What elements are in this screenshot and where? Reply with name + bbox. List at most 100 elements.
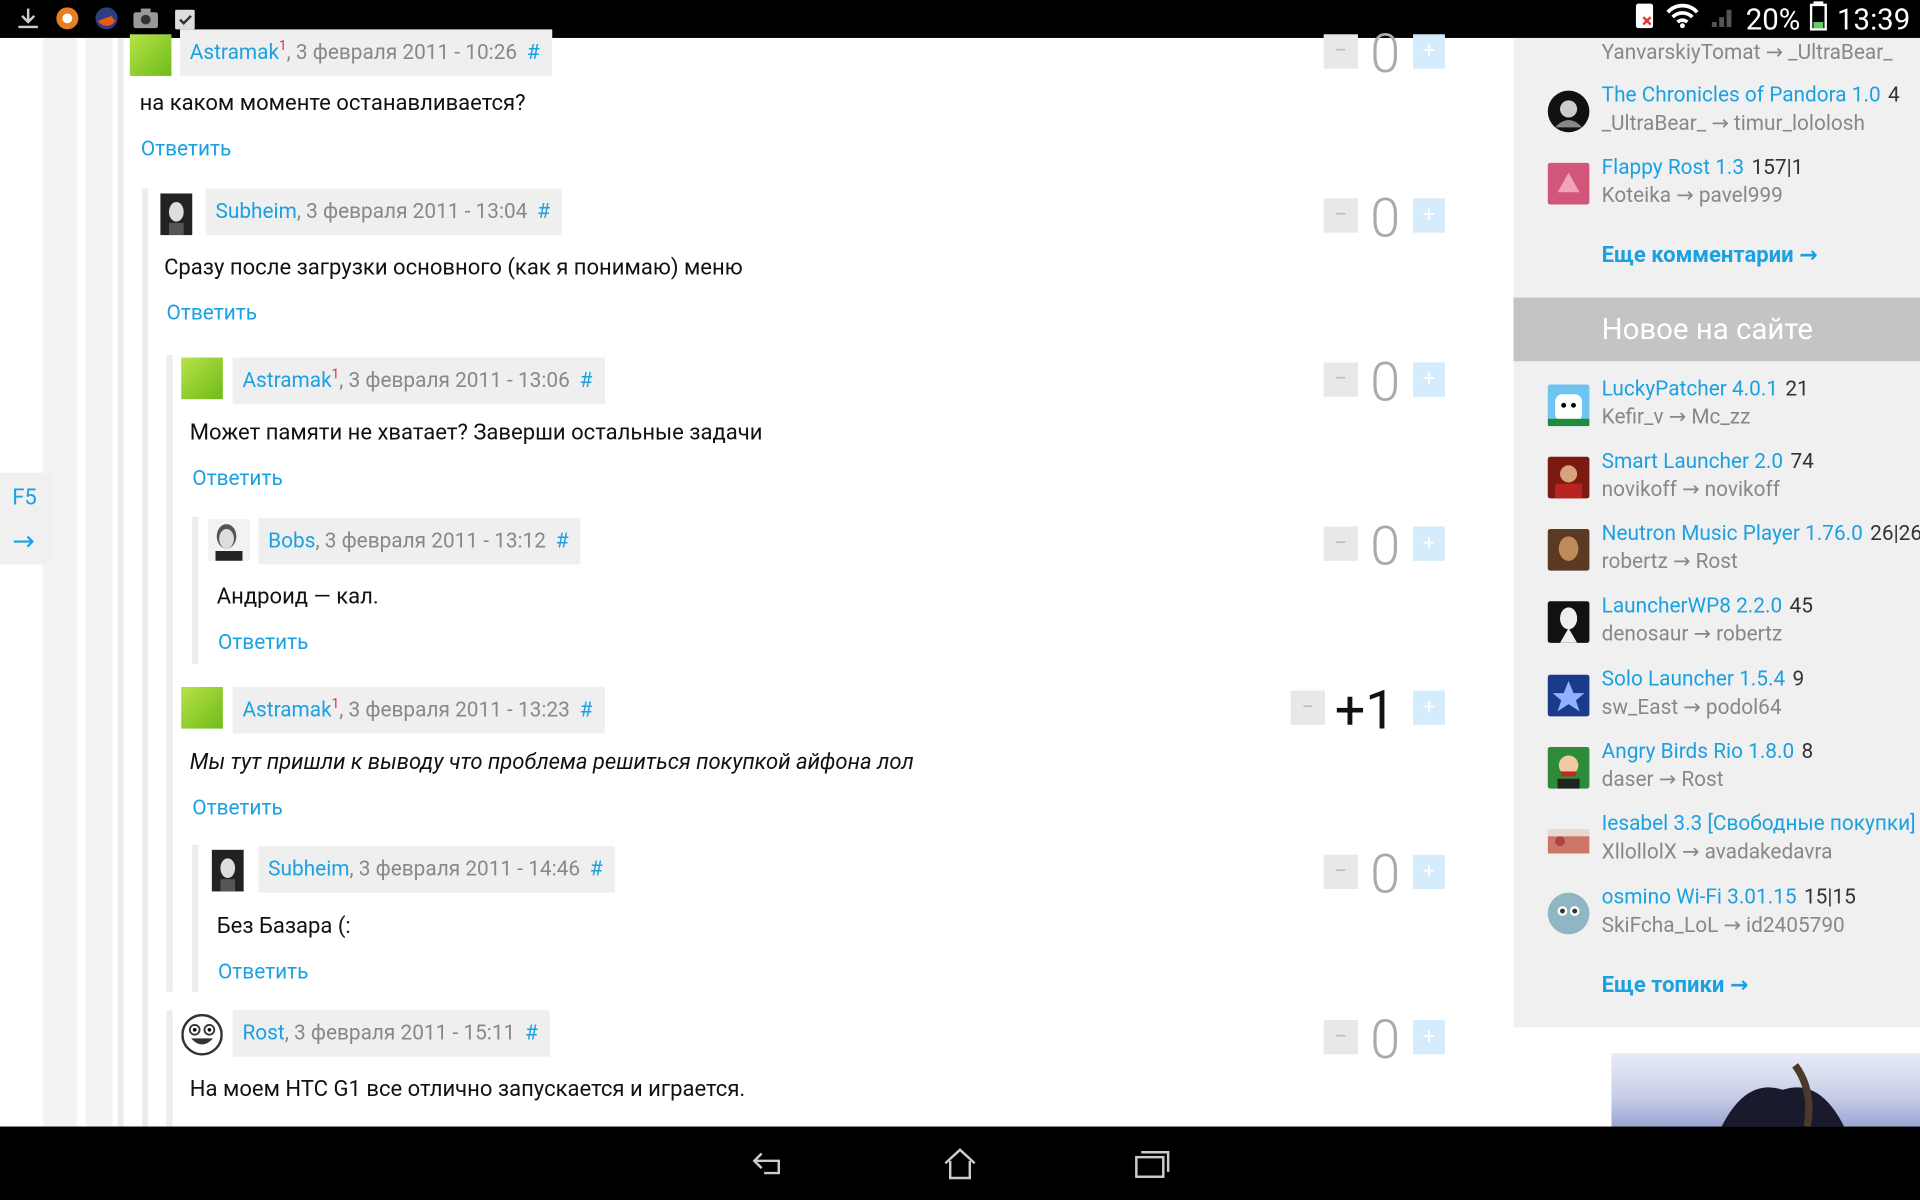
topic-title[interactable]: Iesabel 3.3 [Свободные покупки] (1602, 812, 1916, 836)
vote-widget: − 0 + (1323, 514, 1446, 578)
vote-down-button[interactable]: − (1323, 526, 1358, 561)
topic-count: 157|1 (1751, 155, 1804, 181)
comment-permalink[interactable]: # (580, 369, 593, 393)
comment-text: на каком моменте останавливается? (139, 90, 526, 117)
comment-permalink[interactable]: # (556, 529, 569, 553)
reply-link[interactable]: Ответить (192, 467, 283, 491)
topic-title[interactable]: The Chronicles of Pandora 1.0 (1602, 83, 1881, 107)
vote-down-button[interactable]: − (1323, 362, 1358, 397)
avatar[interactable] (181, 1013, 223, 1056)
topic-users: daser → Rost (1601, 767, 1724, 793)
thread-line (117, 37, 124, 1127)
vote-up-button[interactable]: + (1413, 854, 1445, 889)
avatar[interactable] (211, 849, 244, 892)
vote-down-button[interactable]: − (1323, 198, 1358, 233)
vote-widget: − 0 + (1323, 186, 1446, 250)
topic-count: 9 (1792, 667, 1805, 692)
clock: 13:39 (1837, 1, 1911, 37)
topic-users: Koteika → pavel999 (1601, 183, 1783, 209)
vote-up-button[interactable]: + (1413, 1020, 1445, 1055)
comment-text: Андроид — кал. (216, 584, 379, 610)
more-comments-link[interactable]: Еще комментарии → (1602, 242, 1818, 268)
home-button[interactable] (936, 1144, 985, 1183)
avatar[interactable] (208, 519, 250, 561)
comment-permalink[interactable]: # (590, 857, 603, 881)
topic-title[interactable]: LuckyPatcher 4.0.1 (1602, 377, 1778, 401)
topic-title[interactable]: osmino Wi-Fi 3.01.15 (1602, 885, 1797, 909)
topic-title[interactable]: Neutron Music Player 1.76.0 (1602, 522, 1863, 546)
vote-up-button[interactable]: + (1413, 690, 1445, 725)
topic-title[interactable]: Smart Launcher 2.0 (1602, 449, 1783, 473)
vote-down-button[interactable]: − (1323, 854, 1358, 889)
download-icon (15, 5, 42, 32)
margin-stripe (42, 37, 78, 1127)
recent-apps-button[interactable] (1127, 1144, 1176, 1183)
advertisement-banner[interactable] (1611, 1053, 1920, 1127)
signal-icon (1709, 2, 1736, 36)
thread-line (166, 1010, 173, 1127)
vote-widget: − 0 + (1323, 1008, 1446, 1071)
comment-author[interactable]: Rost (242, 1021, 284, 1045)
reply-link[interactable]: Ответить (192, 796, 283, 820)
comment-author[interactable]: Bobs (268, 529, 315, 553)
comment-text: Сразу после загрузки основного (как я по… (164, 254, 743, 281)
vote-up-button[interactable]: + (1413, 362, 1445, 397)
reply-link[interactable]: Ответить (218, 631, 309, 655)
avatar[interactable] (181, 686, 223, 729)
comment-permalink[interactable]: # (580, 698, 593, 722)
comment-text: Может памяти не хватает? Заверши остальн… (189, 420, 763, 446)
avatar (1547, 90, 1590, 133)
comment-permalink[interactable]: # (537, 200, 550, 224)
topic-title[interactable]: LauncherWP8 2.2.0 (1602, 594, 1782, 618)
topic-count: 21 (1785, 377, 1809, 402)
comment-author[interactable]: Subheim (268, 857, 349, 881)
avatar (1547, 892, 1590, 935)
vote-up-button[interactable]: + (1413, 526, 1445, 561)
reply-link[interactable]: Ответить (167, 301, 258, 325)
vote-score: 0 (1370, 1007, 1401, 1072)
comment-author[interactable]: Astramak (242, 698, 331, 722)
avatar[interactable] (129, 34, 172, 76)
topic-users: SkiFcha_LoL → id2405790 (1601, 913, 1845, 938)
battery-icon (1810, 0, 1828, 38)
battery-percent: 20% (1745, 1, 1801, 37)
avatar (1547, 162, 1590, 205)
reply-link[interactable]: Ответить (141, 137, 232, 161)
topic-users: _UltraBear_ → timur_lololosh (1601, 111, 1865, 136)
more-topics-link[interactable]: Еще топики → (1602, 972, 1749, 998)
comment-text: Мы тут пришли к выводу что проблема реши… (189, 749, 914, 776)
reply-link[interactable]: Ответить (218, 960, 309, 984)
avatar[interactable] (181, 357, 223, 400)
topic-count: 15|15 (1803, 885, 1856, 910)
comment-date: , 3 февраля 2011 - 13:23 (339, 697, 570, 723)
comment-permalink[interactable]: # (525, 1021, 538, 1045)
comment-date: , 3 февраля 2011 - 15:11 (284, 1021, 516, 1046)
comment-author[interactable]: Subheim (216, 200, 297, 224)
topic-title[interactable]: Flappy Rost 1.3 (1602, 156, 1744, 180)
vote-score: 0 (1370, 186, 1401, 250)
vote-score: +1 (1334, 678, 1396, 743)
comment-author[interactable]: Astramak (190, 40, 279, 64)
vote-down-button[interactable]: − (1290, 690, 1325, 725)
thread-line (166, 355, 173, 992)
comment-permalink[interactable]: # (527, 40, 540, 64)
avatar (1547, 746, 1590, 789)
vote-up-button[interactable]: + (1413, 198, 1445, 233)
vote-down-button[interactable]: − (1323, 34, 1358, 69)
topic-title[interactable]: Angry Birds Rio 1.8.0 (1602, 740, 1795, 764)
back-button[interactable] (744, 1144, 793, 1183)
next-arrow-icon[interactable]: → (12, 527, 35, 558)
sidebar-users: YanvarskiyTomat → _UltraBear_ (1601, 40, 1893, 65)
vote-down-button[interactable]: − (1323, 1020, 1358, 1055)
comment-date: , 3 февраля 2011 - 14:46 (349, 857, 581, 882)
topic-users: denosaur → robertz (1601, 622, 1783, 647)
avatar[interactable] (160, 193, 193, 236)
avatar (1547, 828, 1590, 854)
comment-header: Astramak 1, 3 февраля 2011 - 13:06 # (232, 357, 605, 405)
topic-title[interactable]: Solo Launcher 1.5.4 (1602, 667, 1786, 691)
thread-line (192, 844, 199, 992)
refresh-button[interactable]: F5 (12, 485, 37, 511)
sim-missing-icon (1633, 2, 1655, 36)
vote-up-button[interactable]: + (1413, 34, 1445, 69)
comment-author[interactable]: Astramak (242, 369, 331, 393)
